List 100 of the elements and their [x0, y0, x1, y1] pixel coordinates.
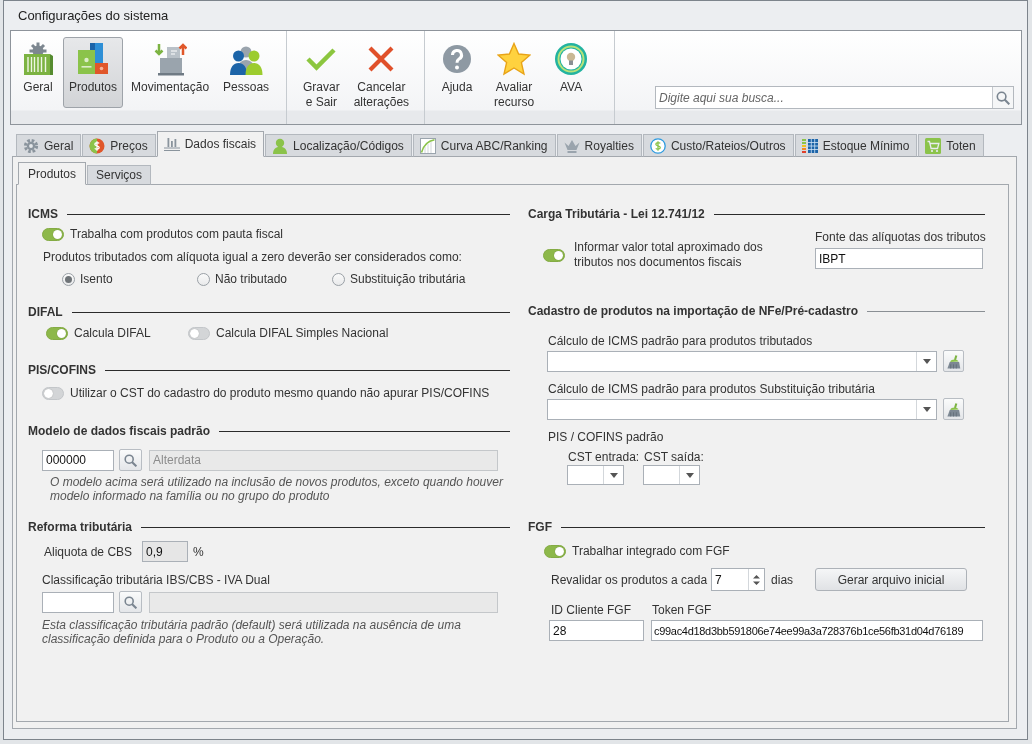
- field-label: Classificação tributária IBS/CBS - IVA Dual: [42, 572, 270, 588]
- tab[interactable]: Custo/Rateios/Outros: [642, 134, 794, 157]
- field-label: Cálculo de ICMS padrão para produtos Substituição tributária: [548, 381, 875, 397]
- toggle-switch[interactable]: [42, 227, 64, 241]
- gear-icon: [23, 137, 39, 154]
- text-field[interactable]: 0,9: [142, 541, 188, 562]
- section-title: ICMS: [28, 207, 58, 221]
- field-label: Cálculo de ICMS padrão para produtos tributados: [548, 333, 813, 349]
- toggle-switch[interactable]: [544, 544, 566, 558]
- dropdown-field[interactable]: [547, 350, 937, 372]
- clear-button[interactable]: [943, 350, 964, 372]
- field-label: Token FGF: [651, 602, 713, 618]
- prompt-text: Produtos tributados com alíquota igual a zero deverão ser considerados como:: [43, 249, 462, 265]
- tab[interactable]: Dados fiscais: [156, 131, 265, 157]
- bar-chart-icon: [163, 136, 180, 152]
- toolbar-button[interactable]: AVA: [548, 37, 595, 108]
- text-field[interactable]: IBPT: [815, 248, 983, 269]
- option-label: Informar valor total aproximado dos tributos nos documentos fiscais: [574, 240, 764, 270]
- toolbar-button[interactable]: Produtos: [63, 37, 124, 108]
- option-label: Substituição tributária: [350, 271, 466, 287]
- field-label: CST saída:: [643, 449, 705, 465]
- section-title: Modelo de dados fiscais padrão: [28, 424, 211, 438]
- radio-button[interactable]: [62, 272, 75, 286]
- unit-label: %: [193, 544, 204, 559]
- tab[interactable]: Curva ABC/Ranking: [412, 134, 556, 157]
- field-label: ID Cliente FGF: [550, 602, 632, 618]
- stock-list-icon: [801, 137, 818, 154]
- tab[interactable]: Royalties: [556, 134, 642, 157]
- gear-barcode-icon: [21, 42, 55, 76]
- tab[interactable]: Serviços: [87, 165, 152, 185]
- option-label: Trabalha com produtos com pauta fiscal: [70, 226, 283, 242]
- field-label: Aliquota de CBS: [44, 544, 134, 559]
- option-label: Calcula DIFAL Simples Nacional: [216, 325, 389, 341]
- generate-file-button[interactable]: Gerar arquivo inicial: [815, 568, 967, 591]
- search-button[interactable]: [119, 591, 142, 613]
- radio-button[interactable]: [197, 272, 210, 286]
- help-note: Esta classificação tributária padrão (default) será utilizada na ausência de uma classificação definida para o Produto ou a Operação.: [42, 618, 462, 646]
- dollar-coin-icon: [89, 137, 106, 154]
- section-title: DIFAL: [28, 305, 63, 319]
- boxes-arrows-icon: [153, 42, 188, 76]
- option-label: Utilizar o CST do cadastro do produto mesmo quando não apurar PIS/COFINS: [70, 385, 490, 401]
- option-label: Calcula DIFAL: [74, 325, 151, 341]
- unit-label: dias: [771, 571, 794, 588]
- text-field[interactable]: [42, 591, 114, 613]
- search-icon: [124, 453, 137, 467]
- tab[interactable]: Produtos: [18, 162, 87, 185]
- section-title: Carga Tributária - Lei 12.741/12: [528, 207, 705, 221]
- section-title: Reforma tributária: [28, 520, 133, 534]
- caret-icon: [609, 472, 618, 478]
- toggle-switch[interactable]: [42, 386, 64, 400]
- dollar-circle-icon: [649, 137, 666, 154]
- toolbar-button[interactable]: Ajuda: [434, 37, 481, 108]
- toolbar-button[interactable]: Gravar e Sair: [297, 37, 346, 108]
- spin-arrows-icon: [753, 572, 761, 587]
- lightbulb-ring-icon: [554, 42, 589, 76]
- field-label: Revalidar os produtos a cada: [551, 571, 708, 588]
- text-field[interactable]: 28: [549, 620, 644, 641]
- caret-icon: [922, 358, 931, 364]
- star-icon: [497, 42, 532, 76]
- toolbar-button[interactable]: Cancelar alterações: [347, 37, 416, 108]
- section-title: PIS/COFINS: [28, 363, 96, 377]
- section-title: Cadastro de produtos na importação de NFe/Pré-cadastro: [528, 304, 859, 318]
- cart-icon: [925, 137, 942, 154]
- field-label: CST entrada:: [567, 449, 641, 465]
- number-field[interactable]: 7: [711, 568, 766, 591]
- tab[interactable]: Preços: [82, 134, 156, 157]
- product-cards-icon: [76, 42, 110, 76]
- option-label: Não tributado: [215, 271, 288, 287]
- dropdown-field[interactable]: [567, 465, 624, 485]
- toolbar-button[interactable]: Pessoas: [217, 37, 276, 108]
- search-button[interactable]: [119, 449, 142, 471]
- caret-icon: [685, 472, 694, 478]
- toolbar-button[interactable]: Avaliar recurso: [488, 37, 541, 108]
- toggle-switch[interactable]: [543, 248, 565, 262]
- toolbar-button[interactable]: Movimentação: [125, 37, 216, 108]
- tab[interactable]: Localização/Códigos: [265, 134, 412, 157]
- clear-button[interactable]: [943, 398, 964, 420]
- search-icon: [124, 595, 137, 609]
- broom-icon: [946, 401, 961, 417]
- help-note: O modelo acima será utilizado na inclusão de novos produtos, exceto quando houver modelo informado na família ou no grupo do produto: [50, 475, 505, 503]
- dropdown-field[interactable]: [643, 465, 700, 485]
- toggle-switch[interactable]: [188, 326, 210, 340]
- person-icon: [272, 137, 289, 154]
- toggle-switch[interactable]: [46, 326, 68, 340]
- broom-icon: [946, 353, 961, 369]
- section-title: FGF: [528, 520, 552, 534]
- option-label: Isento: [80, 271, 113, 287]
- tab[interactable]: Toten: [918, 134, 984, 157]
- field-label: PIS / COFINS padrão: [548, 429, 664, 445]
- caret-icon: [922, 406, 931, 412]
- option-label: Trabalhar integrado com FGF: [572, 543, 730, 559]
- radio-button[interactable]: [332, 272, 345, 286]
- text-field[interactable]: c99ac4d18d3bb591806e74ee99a3a728376b1ce56fb31d04d76189: [651, 620, 983, 641]
- dropdown-field[interactable]: [547, 398, 937, 420]
- toolbar-button[interactable]: Geral: [15, 37, 61, 108]
- tab[interactable]: Geral: [16, 134, 82, 157]
- curve-chart-icon: [419, 137, 436, 154]
- window-title: Configurações do sistema: [18, 8, 169, 23]
- tab[interactable]: Estoque Mínimo: [794, 134, 918, 157]
- text-field[interactable]: 000000: [42, 449, 114, 471]
